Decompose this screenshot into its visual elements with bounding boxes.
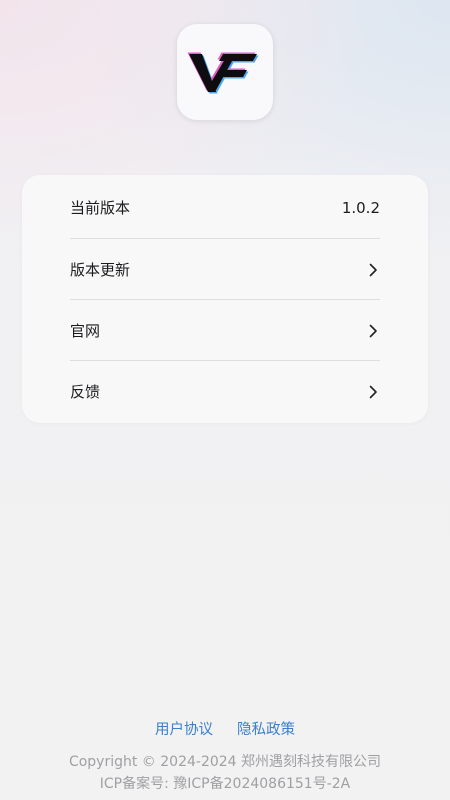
row-label: 版本更新 xyxy=(70,261,131,279)
version-value: 1.0.2 xyxy=(341,198,380,217)
icp-record-text: ICP备案号: 豫ICP备2024086151号-2A xyxy=(99,776,351,792)
chevron-right-icon xyxy=(366,324,380,338)
chevron-right-icon xyxy=(366,385,380,399)
app-logo xyxy=(177,24,273,120)
chevron-right-icon xyxy=(366,263,380,277)
row-label: 当前版本 xyxy=(70,199,131,217)
row-label: 官网 xyxy=(70,322,101,340)
row-website[interactable]: 官网 xyxy=(70,300,380,361)
app-info-card: 当前版本 1.0.2 版本更新 官网 反馈 xyxy=(22,175,428,423)
user-agreement-link[interactable]: 用户协议 xyxy=(155,718,213,739)
vf-logo-icon xyxy=(187,52,259,94)
legal-links: 用户协议 隐私政策 xyxy=(0,718,450,739)
row-version-update[interactable]: 版本更新 xyxy=(70,239,380,300)
privacy-policy-link[interactable]: 隐私政策 xyxy=(237,718,295,739)
row-label: 反馈 xyxy=(70,383,101,401)
row-feedback[interactable]: 反馈 xyxy=(70,361,380,422)
copyright-text: Copyright © 2024-2024 郑州遇刻科技有限公司 xyxy=(68,754,382,770)
row-current-version: 当前版本 1.0.2 xyxy=(70,177,380,238)
